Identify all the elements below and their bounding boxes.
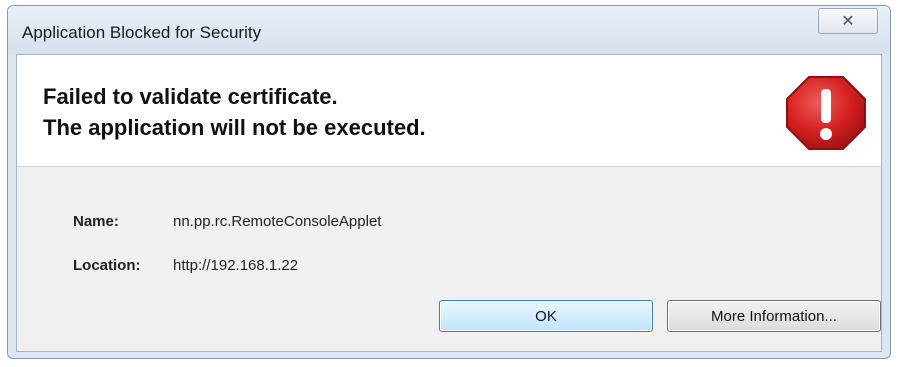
error-message: Failed to validate certificate. The appl… xyxy=(43,81,426,143)
close-button[interactable]: ✕ xyxy=(818,8,878,34)
error-message-line-2: The application will not be executed. xyxy=(43,115,426,140)
more-information-button[interactable]: More Information... xyxy=(667,300,881,332)
dialog-content: Failed to validate certificate. The appl… xyxy=(16,54,882,352)
dialog-window: Application Blocked for Security ✕ Faile… xyxy=(7,5,891,359)
stop-warning-icon xyxy=(786,76,866,150)
name-value: nn.pp.rc.RemoteConsoleApplet xyxy=(173,213,382,230)
name-label: Name: xyxy=(73,213,119,230)
ok-button[interactable]: OK xyxy=(439,300,653,332)
location-value: http://192.168.1.22 xyxy=(173,257,299,274)
error-message-line-1: Failed to validate certificate. xyxy=(43,84,338,109)
message-panel: Failed to validate certificate. The appl… xyxy=(17,55,881,167)
window-title: Application Blocked for Security xyxy=(22,23,262,42)
location-label: Location: xyxy=(73,257,141,274)
title-bar[interactable]: Application Blocked for Security ✕ xyxy=(8,6,890,54)
close-icon: ✕ xyxy=(841,13,855,30)
